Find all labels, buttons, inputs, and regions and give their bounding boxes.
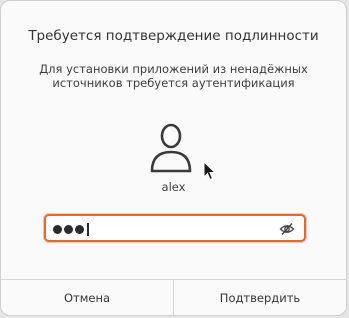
password-dot: [53, 224, 62, 234]
auth-dialog: Требуется подтверждение подлинности Для …: [0, 0, 347, 316]
dialog-message: Для установки приложений из ненадёжных и…: [39, 62, 308, 90]
dialog-actions: Отмена Подтвердить: [1, 279, 346, 315]
password-dot: [64, 224, 73, 234]
username-label: alex: [161, 180, 186, 194]
text-caret: [87, 222, 89, 236]
user-avatar-icon: [150, 123, 192, 173]
dialog-title: Требуется подтверждение подлинности: [28, 28, 319, 44]
password-dot: [75, 224, 84, 234]
confirm-button[interactable]: Подтвердить: [173, 280, 346, 315]
mouse-pointer-icon: [203, 161, 217, 181]
password-mask: [53, 222, 89, 236]
cancel-button[interactable]: Отмена: [1, 280, 173, 315]
eye-slash-icon[interactable]: [279, 221, 295, 237]
password-input[interactable]: [44, 214, 306, 242]
